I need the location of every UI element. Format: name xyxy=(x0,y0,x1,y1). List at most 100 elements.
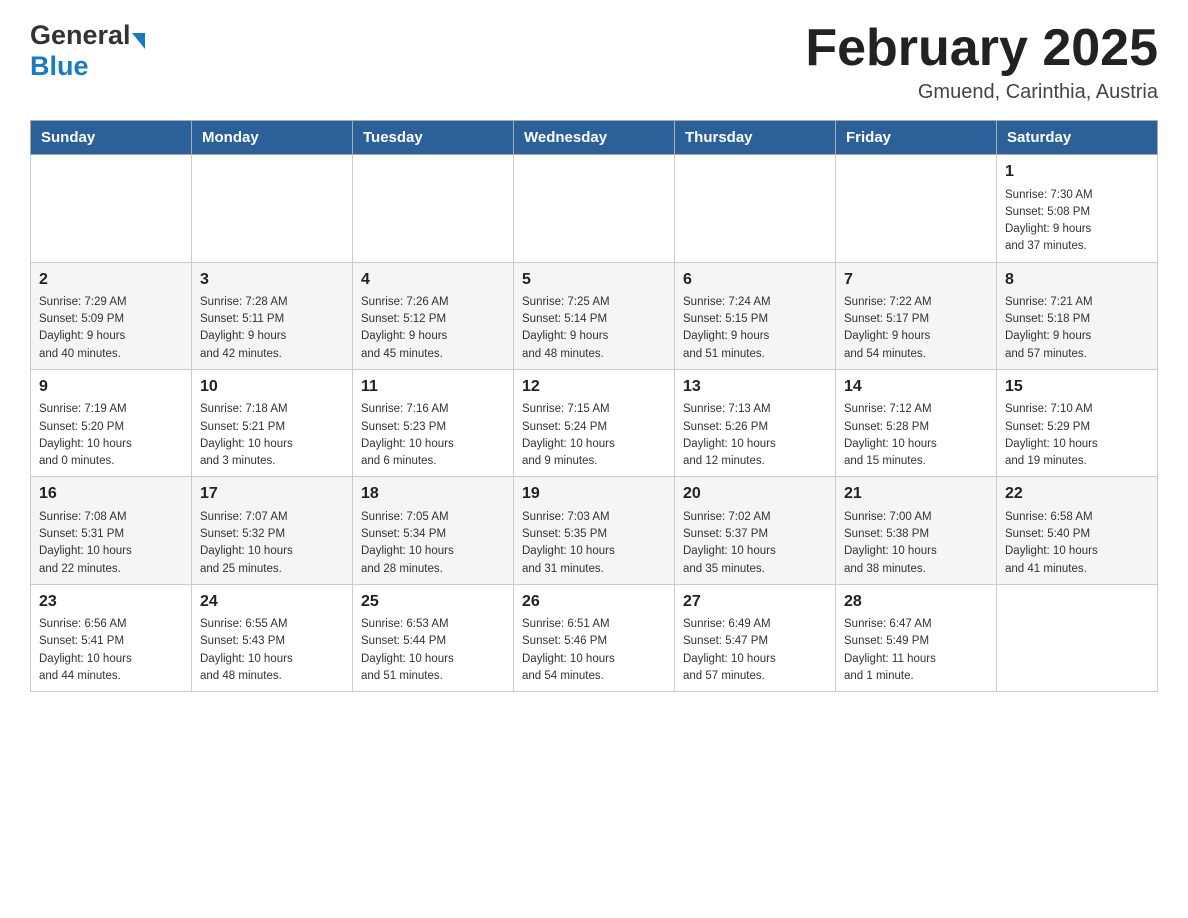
day-info: Sunrise: 7:10 AM Sunset: 5:29 PM Dayligh… xyxy=(1005,401,1149,470)
day-number: 13 xyxy=(683,376,827,398)
day-info: Sunrise: 6:51 AM Sunset: 5:46 PM Dayligh… xyxy=(522,616,666,685)
page-title: February 2025 xyxy=(805,20,1158,77)
calendar-cell: 26 Sunrise: 6:51 AM Sunset: 5:46 PM Dayli… xyxy=(514,584,675,691)
calendar-cell: 13 Sunrise: 7:13 AM Sunset: 5:26 PM Dayli… xyxy=(675,369,836,476)
page-subtitle: Gmuend, Carinthia, Austria xyxy=(805,81,1158,104)
day-info: Sunrise: 6:55 AM Sunset: 5:43 PM Dayligh… xyxy=(200,616,344,685)
day-number: 5 xyxy=(522,269,666,291)
logo-blue-text: Blue xyxy=(30,51,89,82)
calendar-cell: 10Sunrise: 7:18 AM Sunset: 5:21 PM Dayli… xyxy=(192,369,353,476)
day-number: 4 xyxy=(361,269,505,291)
day-number: 7 xyxy=(844,269,988,291)
day-info: Sunrise: 7:21 AM Sunset: 5:18 PM Dayligh… xyxy=(1005,294,1149,363)
calendar-cell xyxy=(836,155,997,262)
day-number: 1 xyxy=(1005,161,1149,183)
day-number: 21 xyxy=(844,483,988,505)
weekday-header-monday: Monday xyxy=(192,121,353,155)
calendar-week-row: 1 Sunrise: 7:30 AM Sunset: 5:08 PM Daylig… xyxy=(31,155,1158,262)
calendar-cell: 23Sunrise: 6:56 AM Sunset: 5:41 PM Dayli… xyxy=(31,584,192,691)
calendar-cell xyxy=(353,155,514,262)
day-number: 12 xyxy=(522,376,666,398)
day-number: 10 xyxy=(200,376,344,398)
calendar-cell: 5 Sunrise: 7:25 AM Sunset: 5:14 PM Daylig… xyxy=(514,262,675,369)
day-number: 16 xyxy=(39,483,183,505)
day-info: Sunrise: 7:19 AM Sunset: 5:20 PM Dayligh… xyxy=(39,401,183,470)
calendar-cell: 12 Sunrise: 7:15 AM Sunset: 5:24 PM Dayli… xyxy=(514,369,675,476)
calendar-cell: 21 Sunrise: 7:00 AM Sunset: 5:38 PM Dayli… xyxy=(836,477,997,584)
day-info: Sunrise: 7:05 AM Sunset: 5:34 PM Dayligh… xyxy=(361,509,505,578)
calendar-cell xyxy=(192,155,353,262)
calendar-cell: 7 Sunrise: 7:22 AM Sunset: 5:17 PM Daylig… xyxy=(836,262,997,369)
day-info: Sunrise: 7:02 AM Sunset: 5:37 PM Dayligh… xyxy=(683,509,827,578)
day-info: Sunrise: 7:00 AM Sunset: 5:38 PM Dayligh… xyxy=(844,509,988,578)
day-info: Sunrise: 6:49 AM Sunset: 5:47 PM Dayligh… xyxy=(683,616,827,685)
day-info: Sunrise: 7:22 AM Sunset: 5:17 PM Dayligh… xyxy=(844,294,988,363)
day-info: Sunrise: 7:28 AM Sunset: 5:11 PM Dayligh… xyxy=(200,294,344,363)
page-header: General Blue February 2025 Gmuend, Carin… xyxy=(30,20,1158,104)
calendar-cell xyxy=(514,155,675,262)
weekday-header-saturday: Saturday xyxy=(997,121,1158,155)
day-info: Sunrise: 7:24 AM Sunset: 5:15 PM Dayligh… xyxy=(683,294,827,363)
calendar-cell: 16 Sunrise: 7:08 AM Sunset: 5:31 PM Dayli… xyxy=(31,477,192,584)
calendar-cell: 4 Sunrise: 7:26 AM Sunset: 5:12 PM Daylig… xyxy=(353,262,514,369)
day-info: Sunrise: 7:29 AM Sunset: 5:09 PM Dayligh… xyxy=(39,294,183,363)
calendar-cell: 11Sunrise: 7:16 AM Sunset: 5:23 PM Dayli… xyxy=(353,369,514,476)
day-number: 25 xyxy=(361,591,505,613)
calendar-cell: 3 Sunrise: 7:28 AM Sunset: 5:11 PM Daylig… xyxy=(192,262,353,369)
calendar-cell: 18Sunrise: 7:05 AM Sunset: 5:34 PM Dayli… xyxy=(353,477,514,584)
day-number: 8 xyxy=(1005,269,1149,291)
day-info: Sunrise: 7:26 AM Sunset: 5:12 PM Dayligh… xyxy=(361,294,505,363)
calendar-cell: 27 Sunrise: 6:49 AM Sunset: 5:47 PM Dayli… xyxy=(675,584,836,691)
calendar-cell xyxy=(997,584,1158,691)
day-number: 24 xyxy=(200,591,344,613)
weekday-header-sunday: Sunday xyxy=(31,121,192,155)
title-block: February 2025 Gmuend, Carinthia, Austria xyxy=(805,20,1158,104)
day-info: Sunrise: 7:12 AM Sunset: 5:28 PM Dayligh… xyxy=(844,401,988,470)
calendar-week-row: 23Sunrise: 6:56 AM Sunset: 5:41 PM Dayli… xyxy=(31,584,1158,691)
day-info: Sunrise: 7:25 AM Sunset: 5:14 PM Dayligh… xyxy=(522,294,666,363)
calendar-cell: 19Sunrise: 7:03 AM Sunset: 5:35 PM Dayli… xyxy=(514,477,675,584)
calendar-cell: 25 Sunrise: 6:53 AM Sunset: 5:44 PM Dayli… xyxy=(353,584,514,691)
calendar-cell: 1 Sunrise: 7:30 AM Sunset: 5:08 PM Daylig… xyxy=(997,155,1158,262)
day-number: 3 xyxy=(200,269,344,291)
day-info: Sunrise: 7:08 AM Sunset: 5:31 PM Dayligh… xyxy=(39,509,183,578)
calendar-cell xyxy=(31,155,192,262)
calendar-cell: 2 Sunrise: 7:29 AM Sunset: 5:09 PM Daylig… xyxy=(31,262,192,369)
day-info: Sunrise: 7:30 AM Sunset: 5:08 PM Dayligh… xyxy=(1005,187,1149,256)
calendar-cell: 15Sunrise: 7:10 AM Sunset: 5:29 PM Dayli… xyxy=(997,369,1158,476)
calendar-cell: 17Sunrise: 7:07 AM Sunset: 5:32 PM Dayli… xyxy=(192,477,353,584)
calendar-cell: 6Sunrise: 7:24 AM Sunset: 5:15 PM Daylig… xyxy=(675,262,836,369)
day-number: 9 xyxy=(39,376,183,398)
day-number: 2 xyxy=(39,269,183,291)
weekday-header-wednesday: Wednesday xyxy=(514,121,675,155)
day-number: 20 xyxy=(683,483,827,505)
logo-general-text: General xyxy=(30,20,131,51)
calendar-week-row: 2 Sunrise: 7:29 AM Sunset: 5:09 PM Daylig… xyxy=(31,262,1158,369)
day-info: Sunrise: 7:07 AM Sunset: 5:32 PM Dayligh… xyxy=(200,509,344,578)
day-number: 28 xyxy=(844,591,988,613)
day-info: Sunrise: 7:13 AM Sunset: 5:26 PM Dayligh… xyxy=(683,401,827,470)
day-number: 14 xyxy=(844,376,988,398)
day-info: Sunrise: 7:15 AM Sunset: 5:24 PM Dayligh… xyxy=(522,401,666,470)
calendar-cell: 20 Sunrise: 7:02 AM Sunset: 5:37 PM Dayli… xyxy=(675,477,836,584)
calendar-week-row: 9 Sunrise: 7:19 AM Sunset: 5:20 PM Daylig… xyxy=(31,369,1158,476)
day-info: Sunrise: 6:47 AM Sunset: 5:49 PM Dayligh… xyxy=(844,616,988,685)
calendar-cell: 24 Sunrise: 6:55 AM Sunset: 5:43 PM Dayli… xyxy=(192,584,353,691)
day-number: 26 xyxy=(522,591,666,613)
day-number: 27 xyxy=(683,591,827,613)
logo: General Blue xyxy=(30,20,145,82)
day-info: Sunrise: 7:03 AM Sunset: 5:35 PM Dayligh… xyxy=(522,509,666,578)
day-info: Sunrise: 6:58 AM Sunset: 5:40 PM Dayligh… xyxy=(1005,509,1149,578)
day-info: Sunrise: 6:56 AM Sunset: 5:41 PM Dayligh… xyxy=(39,616,183,685)
weekday-header-tuesday: Tuesday xyxy=(353,121,514,155)
logo-triangle-icon xyxy=(132,33,145,49)
calendar-cell: 28 Sunrise: 6:47 AM Sunset: 5:49 PM Dayli… xyxy=(836,584,997,691)
day-number: 11 xyxy=(361,376,505,398)
weekday-header-row: SundayMondayTuesdayWednesdayThursdayFrid… xyxy=(31,121,1158,155)
calendar-table: SundayMondayTuesdayWednesdayThursdayFrid… xyxy=(30,120,1158,692)
calendar-cell: 8 Sunrise: 7:21 AM Sunset: 5:18 PM Daylig… xyxy=(997,262,1158,369)
weekday-header-friday: Friday xyxy=(836,121,997,155)
calendar-cell: 14 Sunrise: 7:12 AM Sunset: 5:28 PM Dayli… xyxy=(836,369,997,476)
calendar-cell: 22Sunrise: 6:58 AM Sunset: 5:40 PM Dayli… xyxy=(997,477,1158,584)
day-info: Sunrise: 6:53 AM Sunset: 5:44 PM Dayligh… xyxy=(361,616,505,685)
